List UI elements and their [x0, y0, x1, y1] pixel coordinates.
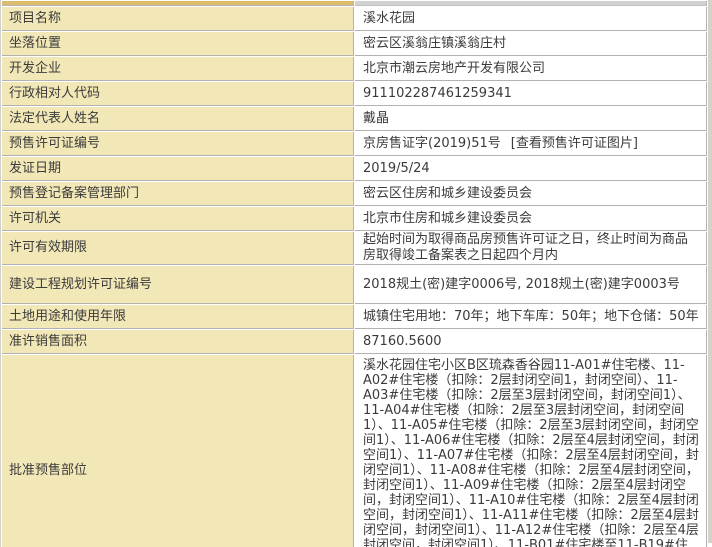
row-value: 密云区住房和城乡建设委员会: [355, 182, 707, 206]
row-label: 准许销售面积: [2, 330, 354, 354]
permit-number-text: 京房售证字(2019)51号: [363, 136, 501, 151]
row-land-use-term: 土地用途和使用年限 城镇住宅用地：70年；地下车库：50年；地下仓储：50年: [2, 305, 707, 329]
row-label: 预售许可证编号: [2, 132, 354, 156]
row-approved-sales-area: 准许销售面积 87160.5600: [2, 330, 707, 354]
row-registration-department: 预售登记备案管理部门 密云区住房和城乡建设委员会: [2, 182, 707, 206]
page-edge-strip: [708, 0, 712, 543]
row-value: 2019/5/24: [355, 157, 707, 181]
row-licensing-authority: 许可机关 北京市住房和城乡建设委员会: [2, 207, 707, 231]
row-label: 发证日期: [2, 157, 354, 181]
row-value: 2018规土(密)建字0006号, 2018规土(密)建字0003号: [355, 266, 707, 304]
row-label: 土地用途和使用年限: [2, 305, 354, 329]
row-planning-permit-number: 建设工程规划许可证编号 2018规土(密)建字0006号, 2018规土(密)建…: [2, 266, 707, 304]
row-value: 戴晶: [355, 107, 707, 131]
row-admin-code: 行政相对人代码 911102287461259341: [2, 82, 707, 106]
row-developer: 开发企业 北京市潮云房地产开发有限公司: [2, 57, 707, 81]
row-location: 坐落位置 密云区溪翁庄镇溪翁庄村: [2, 32, 707, 56]
row-value: 起始时间为取得商品房预售许可证之日，终止时间为商品房取得竣工备案表之日起四个月内: [355, 232, 707, 265]
table-top-cutoff-row: [2, 1, 707, 6]
row-value: 911102287461259341: [355, 82, 707, 106]
row-label: 开发企业: [2, 57, 354, 81]
row-value: 溪水花园: [355, 7, 707, 31]
row-label: 批准预售部位: [2, 355, 354, 547]
row-value: 城镇住宅用地：70年；地下车库：50年；地下仓储：50年: [355, 305, 707, 329]
row-label: 项目名称: [2, 7, 354, 31]
presale-permit-table: 项目名称 溪水花园 坐落位置 密云区溪翁庄镇溪翁庄村 开发企业 北京市潮云房地产…: [0, 0, 708, 547]
row-legal-representative: 法定代表人姓名 戴晶: [2, 107, 707, 131]
row-value: 密云区溪翁庄镇溪翁庄村: [355, 32, 707, 56]
row-issue-date: 发证日期 2019/5/24: [2, 157, 707, 181]
row-label: 许可机关: [2, 207, 354, 231]
row-label: 建设工程规划许可证编号: [2, 266, 354, 304]
view-permit-image-link[interactable]: [查看预售许可证图片]: [511, 136, 638, 151]
row-value: 北京市住房和城乡建设委员会: [355, 207, 707, 231]
row-label: 坐落位置: [2, 32, 354, 56]
cutoff-value-cell: [355, 1, 707, 6]
row-value: 87160.5600: [355, 330, 707, 354]
row-project-name: 项目名称 溪水花园: [2, 7, 707, 31]
row-value: 溪水花园住宅小区B区琉森香谷园11-A01#住宅楼、11-A02#住宅楼（扣除：…: [355, 355, 707, 547]
cutoff-label-cell: [2, 1, 354, 6]
row-label: 行政相对人代码: [2, 82, 354, 106]
row-label: 预售登记备案管理部门: [2, 182, 354, 206]
row-label: 法定代表人姓名: [2, 107, 354, 131]
row-value: 北京市潮云房地产开发有限公司: [355, 57, 707, 81]
row-approved-presale-units: 批准预售部位 溪水花园住宅小区B区琉森香谷园11-A01#住宅楼、11-A02#…: [2, 355, 707, 547]
row-label: 许可有效期限: [2, 232, 354, 265]
row-permit-number: 预售许可证编号 京房售证字(2019)51号 [查看预售许可证图片]: [2, 132, 707, 156]
row-validity-period: 许可有效期限 起始时间为取得商品房预售许可证之日，终止时间为商品房取得竣工备案表…: [2, 232, 707, 265]
row-value: 京房售证字(2019)51号 [查看预售许可证图片]: [355, 132, 707, 156]
presale-permit-page: 项目名称 溪水花园 坐落位置 密云区溪翁庄镇溪翁庄村 开发企业 北京市潮云房地产…: [0, 0, 712, 547]
